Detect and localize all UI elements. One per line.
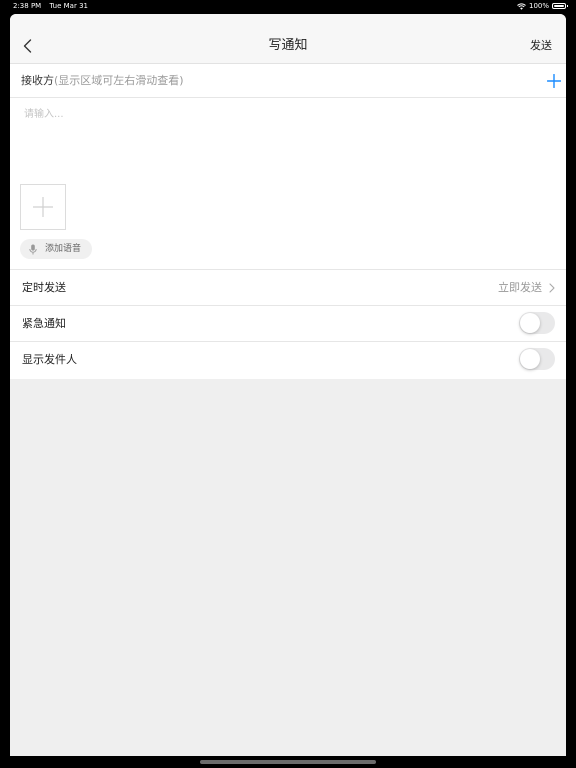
schedule-send-row[interactable]: 定时发送 立即发送 xyxy=(10,269,566,305)
add-recipient-button[interactable] xyxy=(547,74,563,90)
toggle-knob xyxy=(520,313,540,333)
status-right: 100% xyxy=(517,0,568,12)
home-indicator xyxy=(200,760,376,764)
status-bar: 2:38 PM Tue Mar 31 100% xyxy=(0,0,576,12)
message-input[interactable] xyxy=(24,107,544,177)
plus-icon xyxy=(33,197,53,217)
status-date: Tue Mar 31 xyxy=(49,2,88,10)
add-voice-label: 添加语音 xyxy=(45,244,82,254)
recipient-row[interactable]: 接收方(显示区域可左右滑动查看) xyxy=(10,64,566,98)
microphone-icon xyxy=(29,244,37,254)
nav-bar: 写通知 发送 xyxy=(10,14,566,64)
send-button[interactable]: 发送 xyxy=(530,38,552,54)
recipient-label: 接收方 xyxy=(21,74,54,87)
compose-modal: 写通知 发送 接收方(显示区域可左右滑动查看) 请输入... 添加语音 定时发送… xyxy=(10,14,566,756)
recipient-label-group: 接收方(显示区域可左右滑动查看) xyxy=(21,73,184,89)
wifi-icon xyxy=(517,2,526,10)
battery-icon xyxy=(552,3,568,9)
status-time: 2:38 PM xyxy=(13,2,42,10)
recipient-hint: (显示区域可左右滑动查看) xyxy=(54,74,184,87)
add-image-button[interactable] xyxy=(20,184,66,230)
battery-percent: 100% xyxy=(528,2,549,10)
show-sender-toggle[interactable] xyxy=(519,348,555,370)
plus-icon xyxy=(547,74,561,88)
add-voice-button[interactable]: 添加语音 xyxy=(20,239,92,259)
show-sender-row: 显示发件人 xyxy=(10,341,566,377)
page-title: 写通知 xyxy=(268,38,308,53)
compose-form: 接收方(显示区域可左右滑动查看) 添加语音 定时发送 立即 xyxy=(10,64,566,379)
show-sender-label: 显示发件人 xyxy=(22,353,77,366)
status-left: 2:38 PM Tue Mar 31 xyxy=(13,0,94,12)
urgent-notice-row: 紧急通知 xyxy=(10,305,566,341)
toggle-knob xyxy=(520,349,540,369)
urgent-notice-label: 紧急通知 xyxy=(22,317,66,330)
schedule-send-value: 立即发送 xyxy=(498,281,542,294)
schedule-send-label: 定时发送 xyxy=(22,281,66,294)
urgent-notice-toggle[interactable] xyxy=(519,312,555,334)
chevron-right-icon xyxy=(549,283,555,293)
